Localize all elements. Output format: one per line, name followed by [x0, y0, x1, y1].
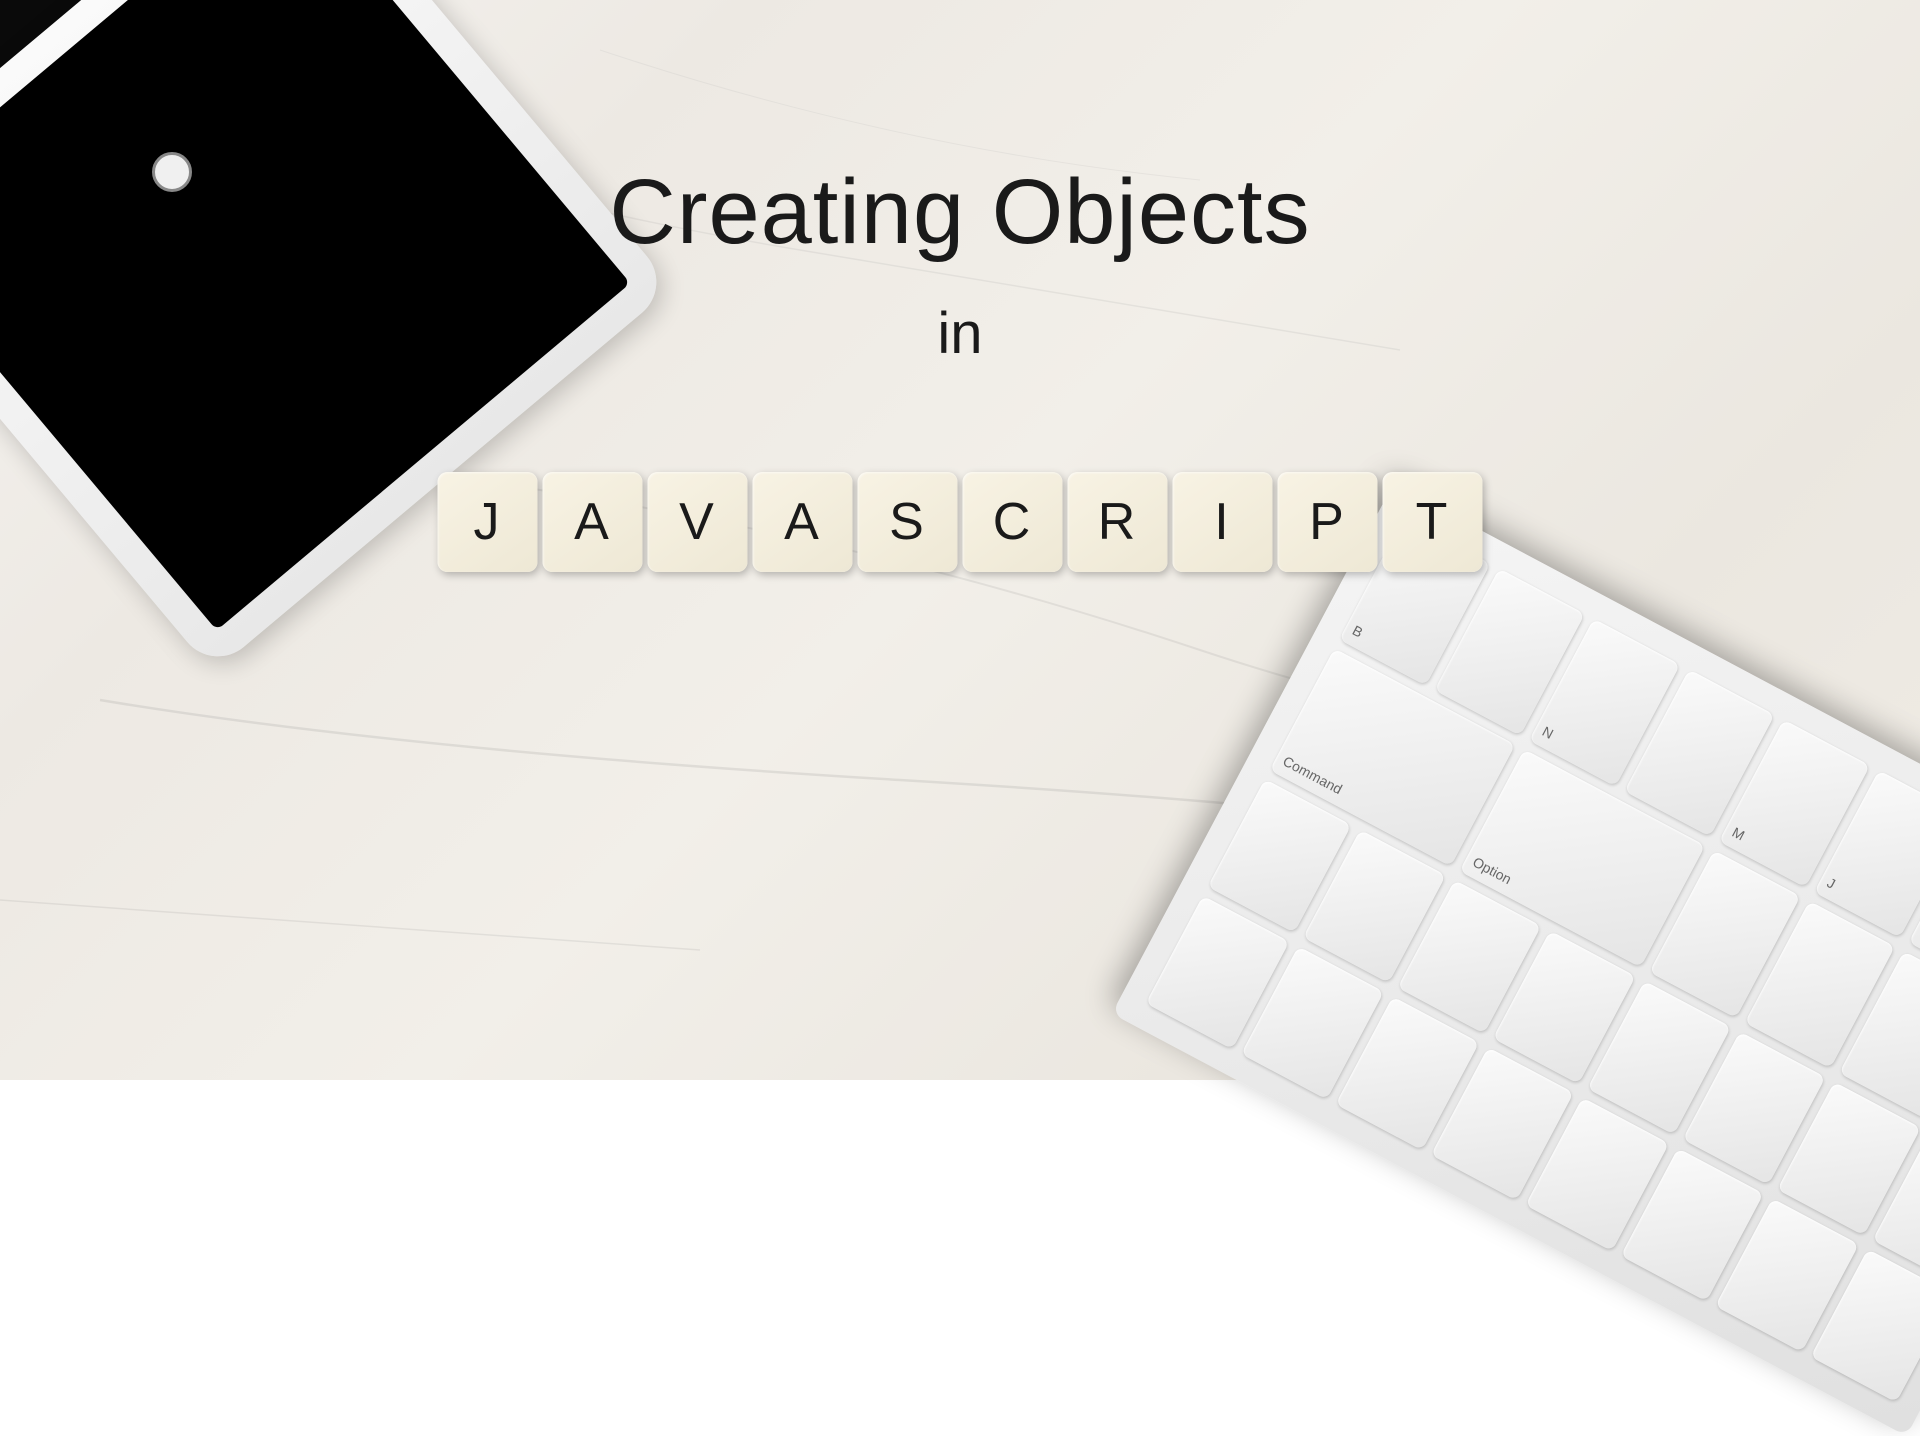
tile-letter: A [543, 472, 643, 572]
scrabble-tiles-row: J A V A S C R I P T [438, 472, 1483, 572]
tile-letter: T [1383, 472, 1483, 572]
main-heading: Creating Objects [0, 160, 1920, 265]
tile-letter: S [858, 472, 958, 572]
sub-heading: in [0, 300, 1920, 367]
tile-letter: P [1278, 472, 1378, 572]
title-container: Creating Objects in [0, 160, 1920, 367]
tile-letter: A [753, 472, 853, 572]
tile-letter: R [1068, 472, 1168, 572]
tile-letter: V [648, 472, 748, 572]
tile-letter: J [438, 472, 538, 572]
tile-letter: C [963, 472, 1063, 572]
tile-letter: I [1173, 472, 1273, 572]
